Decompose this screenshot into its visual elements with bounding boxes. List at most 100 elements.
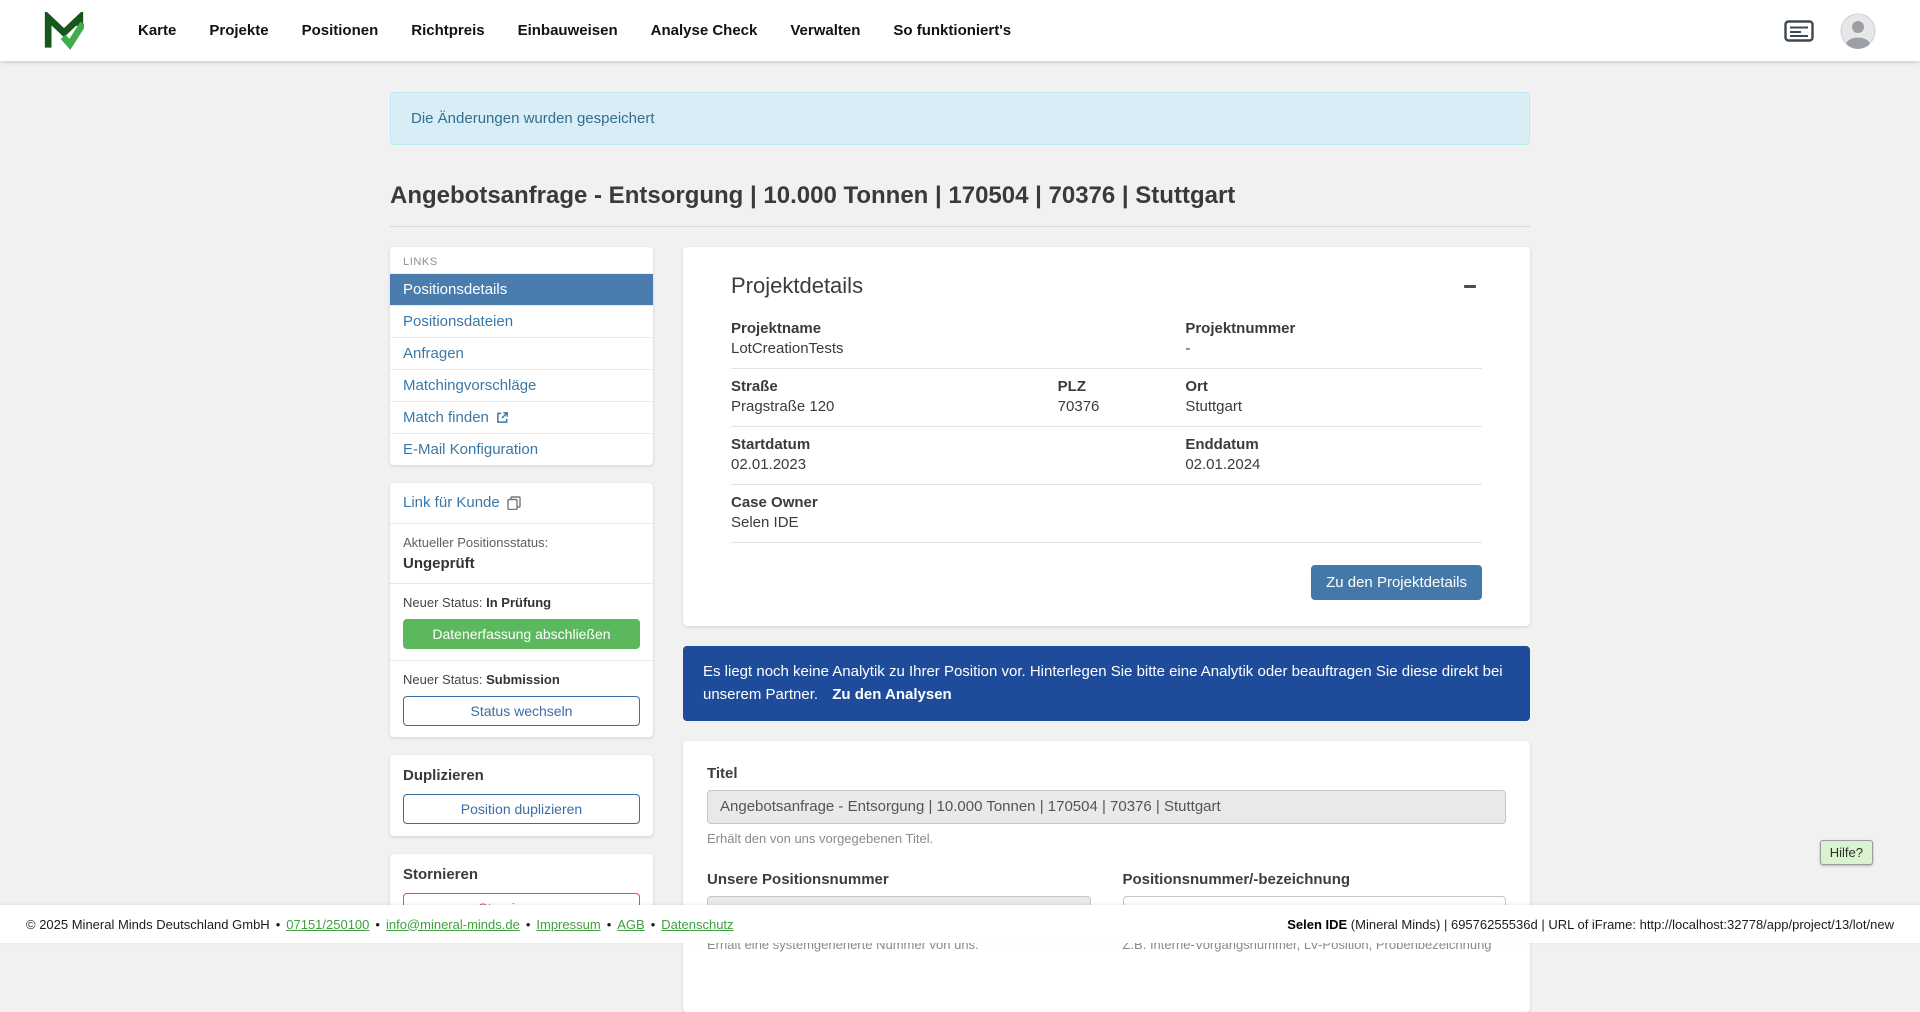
project-row: Case Owner Selen IDE [731, 485, 1482, 543]
field-label: Startdatum [731, 436, 1058, 453]
finish-data-entry-button[interactable]: Datenerfassung abschließen [403, 619, 640, 649]
nav-item-positionen[interactable]: Positionen [302, 22, 379, 39]
sidebar: LINKS Positionsdetails Positionsdateien … [390, 247, 653, 953]
next-status-line: Neuer Status: In Prüfung [403, 595, 640, 610]
current-status-label: Aktueller Positionsstatus: [403, 535, 640, 550]
switch-status-button[interactable]: Status wechseln [403, 696, 640, 726]
customer-link-label: Link für Kunde [403, 494, 500, 511]
field-ort: Ort Stuttgart [1185, 378, 1482, 415]
field-enddatum: Enddatum 02.01.2024 [1185, 436, 1482, 473]
sidebar-item-label: Match finden [403, 409, 489, 426]
field-label: Ort [1185, 378, 1482, 395]
nav-item-verwalten[interactable]: Verwalten [790, 22, 860, 39]
next-status-label: Neuer Status: [403, 595, 483, 610]
field-case-owner: Case Owner Selen IDE [731, 494, 1058, 531]
footer-copyright: © 2025 Mineral Minds Deutschland GmbH [26, 917, 270, 932]
sidebar-item-matchingvorschlaege[interactable]: Matchingvorschläge [390, 369, 653, 401]
footer-separator: • [651, 917, 656, 932]
app-logo[interactable] [44, 12, 84, 50]
main-nav: Karte Projekte Positionen Richtpreis Ein… [138, 22, 1011, 39]
avatar[interactable] [1840, 13, 1876, 49]
customer-link[interactable]: Link für Kunde [403, 494, 521, 511]
field-plz: PLZ 70376 [1058, 378, 1186, 415]
field-projektnummer: Projektnummer - [1185, 320, 1482, 357]
field-label: Projektname [731, 320, 1058, 337]
navbar-right [1784, 13, 1876, 49]
page-title: Angebotsanfrage - Entsorgung | 10.000 To… [390, 182, 1530, 227]
sidebar-item-label: Anfragen [403, 345, 464, 362]
field-label: Case Owner [731, 494, 1058, 511]
field-value: Selen IDE [731, 514, 1058, 531]
field-strasse: Straße Pragstraße 120 [731, 378, 1058, 415]
position-form-card: Titel Erhält den von uns vorgegebenen Ti… [683, 741, 1530, 1012]
field-label: Projektnummer [1185, 320, 1482, 337]
footer-session-details: (Mineral Minds) | 69576255536d | URL of … [1351, 917, 1894, 932]
project-row: Straße Pragstraße 120 PLZ 70376 Ort Stut… [731, 369, 1482, 427]
footer-separator: • [276, 917, 281, 932]
project-row: Startdatum 02.01.2023 Enddatum 02.01.202… [731, 427, 1482, 485]
next-status-value: Submission [486, 672, 560, 687]
footer-impressum-link[interactable]: Impressum [536, 917, 600, 932]
field-label: Enddatum [1185, 436, 1482, 453]
sidebar-item-label: Matchingvorschläge [403, 377, 536, 394]
field-label: PLZ [1058, 378, 1186, 395]
footer-email-link[interactable]: info@mineral-minds.de [386, 917, 520, 932]
help-button[interactable]: Hilfe? [1820, 840, 1873, 865]
sidebar-item-positionsdetails[interactable]: Positionsdetails [390, 273, 653, 305]
footer-datenschutz-link[interactable]: Datenschutz [661, 917, 733, 932]
field-value: 02.01.2024 [1185, 456, 1482, 473]
nav-item-einbauweisen[interactable]: Einbauweisen [518, 22, 618, 39]
cancel-title: Stornieren [403, 866, 640, 883]
status-card: Link für Kunde Aktueller Positionsstatus… [390, 483, 653, 737]
nav-item-so-funktionierts[interactable]: So funktioniert's [893, 22, 1011, 39]
current-status-value: Ungeprüft [403, 555, 640, 572]
top-navbar: Karte Projekte Positionen Richtpreis Ein… [0, 0, 1920, 61]
saved-alert: Die Änderungen wurden gespeichert [390, 92, 1530, 145]
sidebar-item-positionsdateien[interactable]: Positionsdateien [390, 305, 653, 337]
mineral-minds-logo-icon [44, 12, 84, 50]
titel-input [707, 790, 1506, 824]
sidebar-item-email-konfiguration[interactable]: E-Mail Konfiguration [390, 433, 653, 465]
analytics-banner-text: Es liegt noch keine Analytik zu Ihrer Po… [703, 663, 1503, 703]
links-header: LINKS [390, 247, 653, 273]
footer-links: © 2025 Mineral Minds Deutschland GmbH • … [26, 917, 734, 932]
sidebar-item-anfragen[interactable]: Anfragen [390, 337, 653, 369]
sidebar-item-label: E-Mail Konfiguration [403, 441, 538, 458]
nav-item-analyse-check[interactable]: Analyse Check [651, 22, 758, 39]
field-value: LotCreationTests [731, 340, 1058, 357]
field-value: Stuttgart [1185, 398, 1482, 415]
external-link-icon [496, 411, 509, 424]
analytics-banner: Es liegt noch keine Analytik zu Ihrer Po… [683, 646, 1530, 721]
footer-agb-link[interactable]: AGB [617, 917, 644, 932]
nav-item-karte[interactable]: Karte [138, 22, 176, 39]
sidebar-item-match-finden[interactable]: Match finden [390, 401, 653, 433]
custom-number-label: Positionsnummer/-bezeichnung [1123, 871, 1507, 888]
footer: © 2025 Mineral Minds Deutschland GmbH • … [0, 905, 1920, 943]
project-row: Projektname LotCreationTests Projektnumm… [731, 311, 1482, 369]
duplicate-position-button[interactable]: Position duplizieren [403, 794, 640, 824]
nav-item-richtpreis[interactable]: Richtpreis [411, 22, 484, 39]
field-projektname: Projektname LotCreationTests [731, 320, 1058, 357]
collapse-icon[interactable] [1458, 274, 1482, 298]
sidebar-item-label: Positionsdateien [403, 313, 513, 330]
titel-help: Erhält den von uns vorgegebenen Titel. [707, 831, 1506, 846]
project-details-title: Projektdetails [731, 273, 863, 299]
footer-user: Selen IDE [1287, 917, 1347, 932]
field-value: 02.01.2023 [731, 456, 1058, 473]
sidebar-item-label: Positionsdetails [403, 281, 507, 298]
main-column: Projektdetails Projektname LotCreationTe… [683, 247, 1530, 1012]
copy-icon [507, 496, 521, 510]
footer-phone-link[interactable]: 07151/250100 [286, 917, 369, 932]
zu-den-analysen-link[interactable]: Zu den Analysen [832, 686, 951, 703]
terminal-icon[interactable] [1784, 20, 1814, 42]
duplicate-card: Duplizieren Position duplizieren [390, 755, 653, 836]
nav-item-projekte[interactable]: Projekte [209, 22, 268, 39]
field-value: - [1185, 340, 1482, 357]
field-value: Pragstraße 120 [731, 398, 1058, 415]
footer-separator: • [375, 917, 380, 932]
next-status-label: Neuer Status: [403, 672, 483, 687]
project-details-button[interactable]: Zu den Projektdetails [1311, 565, 1482, 600]
links-card: LINKS Positionsdetails Positionsdateien … [390, 247, 653, 465]
field-startdatum: Startdatum 02.01.2023 [731, 436, 1058, 473]
field-label: Straße [731, 378, 1058, 395]
